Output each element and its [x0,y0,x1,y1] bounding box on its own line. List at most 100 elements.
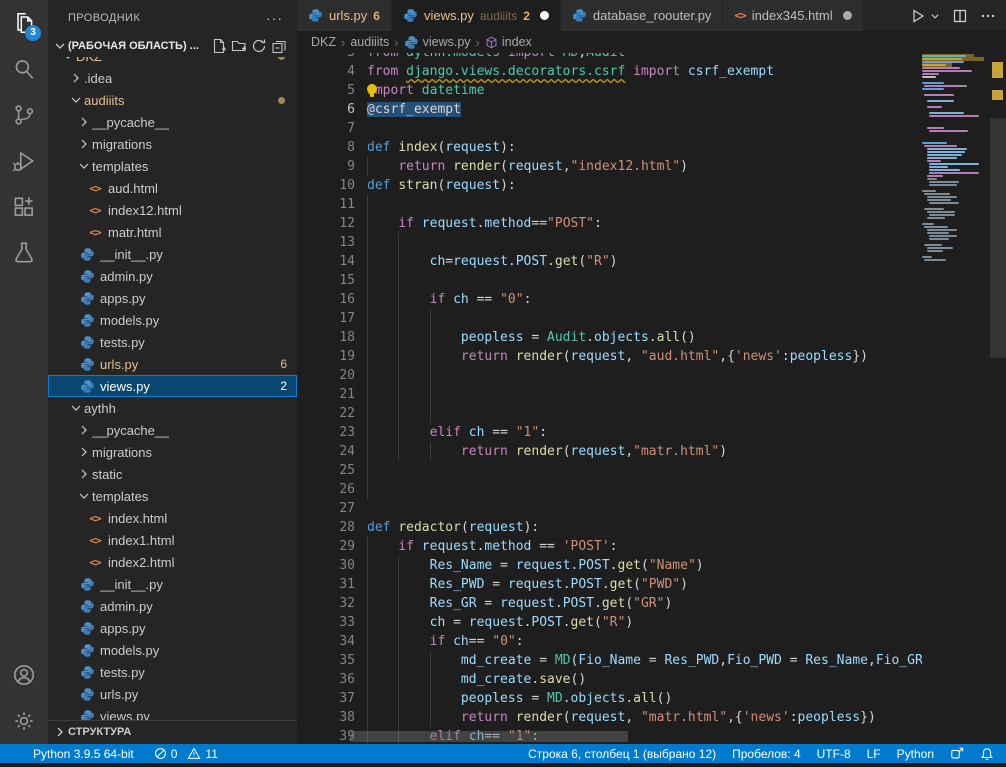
tree-item-tests-py[interactable]: tests.py [48,331,297,353]
outline-section-header[interactable]: СТРУКТУРА [48,720,297,742]
explorer-icon[interactable]: 3 [0,0,48,46]
code-line[interactable]: 22 [297,404,922,423]
overview-ruler[interactable] [990,31,1006,744]
status-indentation[interactable]: Пробелов: 4 [732,747,801,761]
collapse-all-icon[interactable] [269,36,289,56]
tree-item-tests-py[interactable]: tests.py [48,661,297,683]
code-line[interactable]: 9 return render(request,"index12.html") [297,157,922,176]
search-icon[interactable] [0,46,48,92]
problems-indicator[interactable]: 0 11 [154,747,218,761]
tree-item-apps-py[interactable]: apps.py [48,617,297,639]
minimap[interactable] [922,55,990,735]
tree-item--pycache-[interactable]: __pycache__ [48,419,297,441]
python-interpreter[interactable]: Python 3.9.5 64-bit [33,747,134,761]
tree-item-templates[interactable]: templates [48,485,297,507]
code-line[interactable]: 6@csrf_exempt [297,100,922,119]
tree-item-admin-py[interactable]: admin.py [48,595,297,617]
status-language-mode[interactable]: Python [897,747,934,761]
code-line[interactable]: 7 [297,119,922,138]
run-dropdown-icon[interactable] [930,11,940,21]
tree-item-admin-py[interactable]: admin.py [48,265,297,287]
tree-item-index12-html[interactable]: <>index12.html [48,199,297,221]
vertical-scrollbar[interactable] [990,118,1006,358]
code-line[interactable]: 23 elif ch == "1": [297,423,922,442]
code-line[interactable]: 3from aythh.models import MD,Audit [297,53,922,62]
code-line[interactable]: 37 peopless = MD.objects.all() [297,689,922,708]
tree-item-urls-py[interactable]: urls.py6 [48,353,297,375]
tree-item-index2-html[interactable]: <>index2.html [48,551,297,573]
testing-icon[interactable] [0,230,48,276]
tree-item-static[interactable]: static [48,463,297,485]
new-file-icon[interactable] [209,36,229,56]
code-line[interactable]: 26 [297,480,922,499]
code-line[interactable]: 38 return render(request, "matr.html",{'… [297,708,922,727]
code-line[interactable]: 28def redactor(request): [297,518,922,537]
code-line[interactable]: 8def index(request): [297,138,922,157]
tree-item-models-py[interactable]: models.py [48,639,297,661]
source-control-icon[interactable] [0,92,48,138]
tree-item-matr-html[interactable]: <>matr.html [48,221,297,243]
new-folder-icon[interactable] [229,36,249,56]
tree-item-index1-html[interactable]: <>index1.html [48,529,297,551]
tree-item-aythh[interactable]: aythh [48,397,297,419]
tab-index345-html[interactable]: <>index345.html [723,0,863,31]
tab-views-py[interactable]: views.pyaudiiits2 [392,0,561,31]
code-editor[interactable]: 3from aythh.models import MD,Audit4from … [297,53,922,744]
breadcrumb-item-audiiits[interactable]: audiiits [350,35,389,49]
unsaved-dot[interactable] [843,11,852,20]
code-line[interactable]: 32 Res_GR = request.POST.get("GR") [297,594,922,613]
tree-item-aud-html[interactable]: <>aud.html [48,177,297,199]
notifications-bell-icon[interactable] [980,747,994,761]
tree-item-migrations[interactable]: migrations [48,441,297,463]
refresh-icon[interactable] [249,36,269,56]
tree-item-index-html[interactable]: <>index.html [48,507,297,529]
code-line[interactable]: 4from django.views.decorators.csrf impor… [297,62,922,81]
status-eol[interactable]: LF [867,747,881,761]
code-line[interactable]: 20 [297,366,922,385]
tree-item--pycache-[interactable]: __pycache__ [48,111,297,133]
split-editor-icon[interactable] [952,8,968,24]
breadcrumb-item-index[interactable]: index [485,35,532,49]
code-line[interactable]: 13 [297,233,922,252]
code-line[interactable]: 21 [297,385,922,404]
breadcrumb-item-views-py[interactable]: views.py [404,35,471,50]
run-debug-icon[interactable] [0,138,48,184]
tab-database-roouter-py[interactable]: database_roouter.py [561,0,724,31]
horizontal-scrollbar[interactable] [350,731,628,742]
tree-item-apps-py[interactable]: apps.py [48,287,297,309]
tree-item--idea[interactable]: .idea [48,67,297,89]
code-line[interactable]: 24 return render(request,"matr.html") [297,442,922,461]
breadcrumb-item-dkz[interactable]: DKZ [311,35,336,49]
code-line[interactable]: 10def stran(request): [297,176,922,195]
tree-item-urls-py[interactable]: urls.py [48,683,297,705]
code-line[interactable]: 12 if request.method=="POST": [297,214,922,233]
code-line[interactable]: 17 [297,309,922,328]
workspace-section-header[interactable]: (РАБОЧАЯ ОБЛАСТЬ) ... [48,35,297,57]
code-line[interactable]: 19 return render(request, "aud.html",{'n… [297,347,922,366]
code-line[interactable]: 15 [297,271,922,290]
extensions-icon[interactable] [0,184,48,230]
tree-item-audiiits[interactable]: audiiits [48,89,297,111]
feedback-icon[interactable] [950,747,964,761]
code-line[interactable]: 14 ch=request.POST.get("R") [297,252,922,271]
code-line[interactable]: 35 md_create = MD(Fio_Name = Res_PWD,Fio… [297,651,922,670]
tree-item-migrations[interactable]: migrations [48,133,297,155]
code-line[interactable]: 29 if request.method == 'POST': [297,537,922,556]
tree-item--init-py[interactable]: __init__.py [48,573,297,595]
tab-urls-py[interactable]: urls.py6 [297,0,392,31]
code-line[interactable]: 16 if ch == "0": [297,290,922,309]
run-icon[interactable] [910,8,926,24]
status-encoding[interactable]: UTF-8 [817,747,851,761]
more-actions-icon[interactable] [980,8,996,24]
code-line[interactable]: 36 md_create.save() [297,670,922,689]
tree-item--init-py[interactable]: __init__.py [48,243,297,265]
code-line[interactable]: 30 Res_Name = request.POST.get("Name") [297,556,922,575]
code-line[interactable]: 34 if ch== "0": [297,632,922,651]
code-line[interactable]: 18 peopless = Audit.objects.all() [297,328,922,347]
lightbulb-icon[interactable] [365,83,379,105]
tree-item-models-py[interactable]: models.py [48,309,297,331]
unsaved-dot[interactable] [540,11,549,20]
status-cursor-position[interactable]: Строка 6, столбец 1 (выбрано 12) [528,747,716,761]
tree-item-templates[interactable]: templates [48,155,297,177]
account-icon[interactable] [0,652,48,698]
